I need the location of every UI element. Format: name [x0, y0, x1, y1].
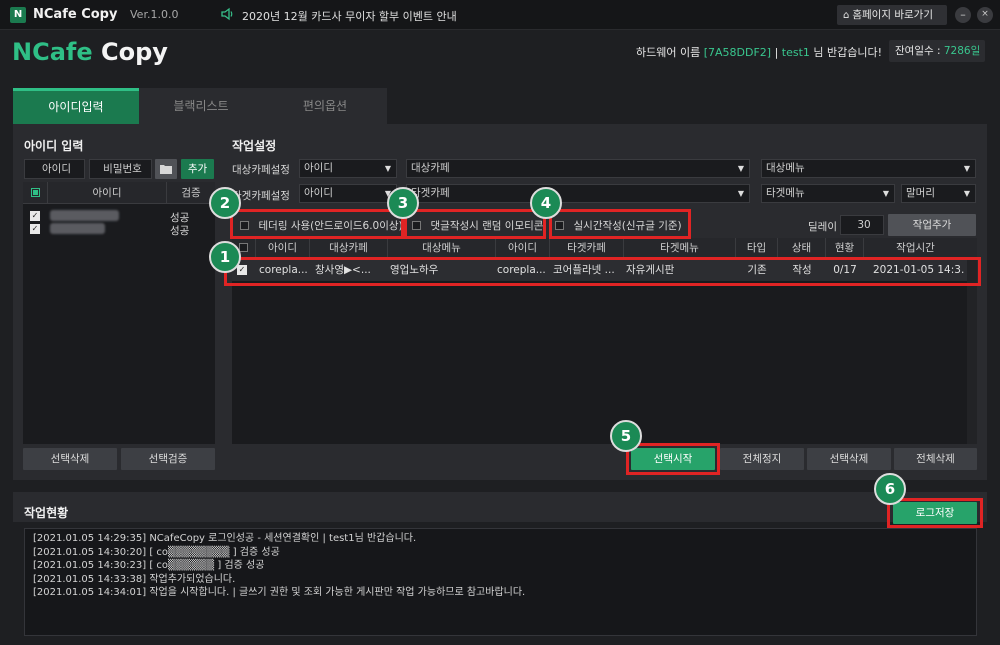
dropdown-arrow-icon: ▼	[963, 164, 970, 173]
remaining-days: 잔여일수 : 7286일	[889, 40, 985, 62]
tab-convenience[interactable]: 편의옵션	[263, 88, 387, 124]
checkbox-checked[interactable]: ✓	[30, 224, 40, 234]
highlight-realtime	[549, 209, 691, 239]
highlight-task-row	[224, 257, 981, 286]
callout-badge: 3	[387, 187, 419, 219]
add-task-button[interactable]: 작업추가	[888, 214, 976, 236]
delay-input[interactable]: 30	[840, 215, 884, 235]
password-field[interactable]: 비밀번호	[89, 159, 152, 179]
verify-status: 성공	[170, 225, 190, 237]
callout-badge: 1	[209, 241, 241, 273]
log-line: [2021.01.05 14:30:20] [ co▒▒▒▒▒▒▒▒ ] 검증 …	[33, 546, 280, 558]
log-line: [2021.01.05 14:29:35] NCafeCopy 로그인성공 - …	[33, 533, 417, 544]
delete-selected-tasks-button[interactable]: 선택삭제	[807, 448, 891, 470]
notice-link[interactable]: 2020년 12월 카드사 무이자 할부 이벤트 안내	[242, 8, 457, 24]
col-progress: 현황	[826, 238, 864, 258]
callout-badge: 5	[610, 420, 642, 452]
app-logo-icon: N	[10, 7, 26, 23]
list-item[interactable]: ✓ co▒▒▒▒▒▒ 성공	[30, 223, 212, 237]
callout-badge: 4	[530, 187, 562, 219]
status-header-bar	[13, 492, 987, 522]
dropdown-arrow-icon: ▼	[384, 164, 391, 173]
highlight-save-log	[887, 498, 983, 528]
callout-badge: 6	[874, 473, 906, 505]
target-menu-select[interactable]: 타겟메뉴 ▼	[761, 184, 895, 203]
id-field[interactable]: 아이디	[24, 159, 85, 179]
log-line: [2021.01.05 14:34:01] 작업을 시작합니다. | 글쓰기 권…	[33, 587, 526, 599]
minimize-button[interactable]: –	[955, 7, 971, 23]
homepage-button[interactable]: ⌂ 홈페이지 바로가기	[837, 5, 947, 25]
source-cafe-label: 대상카페설정	[232, 164, 290, 176]
col-id: 아이디	[256, 238, 310, 258]
close-button[interactable]: ×	[977, 7, 993, 23]
add-id-button[interactable]: 추가	[181, 159, 214, 179]
folder-button[interactable]	[155, 159, 177, 179]
target-header-select[interactable]: 말머리 ▼	[901, 184, 976, 203]
tab-blacklist[interactable]: 블랙리스트	[139, 88, 263, 124]
dropdown-arrow-icon: ▼	[737, 189, 744, 198]
home-icon: ⌂	[843, 10, 850, 21]
status-title: 작업현황	[24, 506, 69, 520]
work-settings-title: 작업설정	[232, 139, 277, 153]
target-cafe-select[interactable]: 타겟카페 ▼	[406, 184, 750, 203]
source-menu-select[interactable]: 대상메뉴 ▼	[761, 159, 976, 178]
col-target-cafe: 타겟카페	[550, 238, 624, 258]
col-source-cafe: 대상카페	[310, 238, 388, 258]
id-input-title: 아이디 입력	[24, 139, 84, 153]
stop-all-button[interactable]: 전체정지	[720, 448, 804, 470]
id-value: co▒▒▒▒▒▒	[50, 223, 105, 234]
app-title: NCafe Copy	[33, 7, 118, 22]
id-value: co▒▒▒▒▒▒▒▒	[50, 210, 120, 221]
folder-icon	[160, 165, 172, 174]
delete-selected-ids-button[interactable]: 선택삭제	[23, 448, 117, 470]
col-target-menu: 타겟메뉴	[624, 238, 736, 258]
dropdown-arrow-icon: ▼	[882, 189, 889, 198]
highlight-start	[626, 443, 720, 475]
id-column-header: 아이디	[47, 182, 167, 204]
brand-logo: NCafe Copy	[12, 38, 168, 66]
id-list-header: 아이디 검증	[23, 182, 215, 204]
col-time: 작업시간	[896, 242, 935, 254]
list-item[interactable]: ✓ co▒▒▒▒▒▒▒▒ 성공	[30, 210, 212, 224]
dropdown-arrow-icon: ▼	[737, 164, 744, 173]
hardware-info: 하드웨어 이름 [7A58DDF2] | test1 님 반갑습니다!	[636, 46, 883, 59]
delay-label: 딜레이	[808, 221, 837, 233]
log-line: [2021.01.05 14:30:23] [ co▒▒▒▒▒▒ ] 검증 성공	[33, 560, 265, 572]
checkbox-checked[interactable]: ✓	[30, 211, 40, 221]
log-line: [2021.01.05 14:33:38] 작업추가되었습니다.	[33, 573, 236, 585]
select-all-checkbox[interactable]	[27, 182, 43, 204]
col-status: 상태	[778, 238, 826, 258]
verify-selected-button[interactable]: 선택검증	[121, 448, 215, 470]
source-id-select[interactable]: 아이디 ▼	[299, 159, 397, 178]
target-id-select[interactable]: 아이디 ▼	[299, 184, 397, 203]
callout-badge: 2	[209, 187, 241, 219]
speaker-icon	[220, 7, 234, 21]
highlight-tethering	[230, 209, 404, 239]
col-target-id: 아이디	[496, 238, 550, 258]
tab-id-input[interactable]: 아이디입력	[13, 88, 139, 124]
col-source-menu: 대상메뉴	[388, 238, 496, 258]
delete-all-tasks-button[interactable]: 전체삭제	[894, 448, 977, 470]
verify-column-header: 검증	[181, 187, 201, 199]
app-version: Ver.1.0.0	[130, 8, 179, 21]
source-cafe-select[interactable]: 대상카페 ▼	[406, 159, 750, 178]
col-type: 타입	[736, 238, 778, 258]
highlight-emoticon	[404, 209, 546, 239]
task-table-header: 아이디 대상카페 대상메뉴 아이디 타겟카페 타겟메뉴 타입 상태 현황 작업시…	[232, 238, 977, 258]
log-area[interactable]: [2021.01.05 14:29:35] NCafeCopy 로그인성공 - …	[24, 528, 977, 636]
dropdown-arrow-icon: ▼	[963, 189, 970, 198]
